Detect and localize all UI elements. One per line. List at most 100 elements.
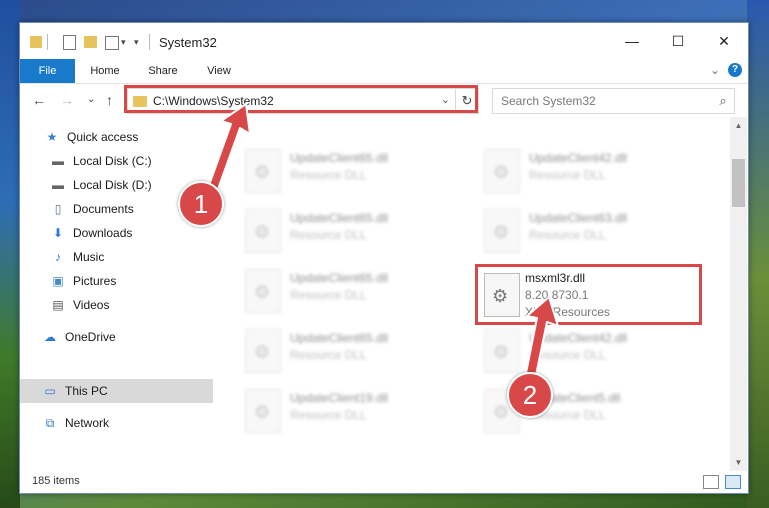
vertical-scrollbar[interactable]: ▲ ▼ <box>730 117 747 471</box>
sidebar-item-quick-access[interactable]: ★ Quick access <box>20 125 237 149</box>
sidebar-item-onedrive[interactable]: ☁ OneDrive <box>20 325 235 349</box>
sidebar-item-this-pc[interactable]: ▭ This PC <box>20 379 213 403</box>
desktop-background-left <box>0 0 20 508</box>
title-divider <box>149 34 150 50</box>
video-icon: ▤ <box>52 298 64 312</box>
new-folder-icon[interactable] <box>84 36 97 48</box>
dll-file-icon <box>245 269 281 313</box>
file-name: UpdateClient65.dll <box>290 271 389 285</box>
file-item[interactable]: UpdateClient63.dll Resource DLL <box>476 207 696 257</box>
up-icon[interactable]: ↑ <box>106 92 113 108</box>
computer-icon: ▭ <box>44 384 56 398</box>
sidebar-item-network[interactable]: ⧉ Network <box>20 411 235 435</box>
search-icon[interactable]: ⌕ <box>712 93 734 109</box>
details-view-icon[interactable] <box>703 475 719 489</box>
pictures-icon: ▣ <box>52 274 64 288</box>
sidebar-item-pictures[interactable]: ▣ Pictures ✦ <box>20 269 243 293</box>
scroll-down-icon[interactable]: ▼ <box>730 454 747 471</box>
scrollbar-thumb[interactable] <box>732 159 745 207</box>
sidebar-item-label: Documents <box>73 202 134 216</box>
file-name: UpdateClient63.dll <box>529 211 628 225</box>
file-item[interactable]: UpdateClient19.dll Resource DLL <box>237 387 457 437</box>
file-item[interactable]: UpdateClient65.dll Resource DLL <box>237 207 457 257</box>
dll-file-icon <box>484 209 520 253</box>
sidebar-item-label: This PC <box>65 384 108 398</box>
tab-share[interactable]: Share <box>136 59 190 83</box>
cloud-icon: ☁ <box>44 330 56 344</box>
qa-dropdown-icon[interactable]: ▾ <box>121 37 126 53</box>
properties-icon[interactable] <box>63 35 76 50</box>
address-highlight-box <box>124 85 478 113</box>
network-icon: ⧉ <box>45 415 55 430</box>
sidebar-item-label: Quick access <box>67 130 139 144</box>
desktop-background-right <box>747 0 769 508</box>
window-title: System32 <box>159 35 217 50</box>
drive-icon: ▬ <box>52 154 64 168</box>
forward-icon[interactable]: → <box>60 92 74 108</box>
sidebar-item-local-disk-c[interactable]: ▬ Local Disk (C:) ✦ <box>20 149 243 173</box>
file-type: Resource DLL <box>529 348 606 362</box>
file-item[interactable]: UpdateClient65.dll Resource DLL <box>237 147 457 197</box>
title-bar: ▾ ▾ System32 — ☐ ✕ <box>20 23 748 59</box>
minimize-button[interactable]: — <box>609 23 655 59</box>
scroll-up-icon[interactable]: ▲ <box>730 117 747 134</box>
sidebar-item-label: Videos <box>73 298 110 312</box>
toolbar-divider <box>47 34 48 50</box>
qa-customize-icon[interactable]: ▾ <box>134 37 139 53</box>
file-type: Resource DLL <box>290 408 367 422</box>
file-type: Resource DLL <box>529 168 606 182</box>
dll-file-icon <box>245 329 281 373</box>
sidebar-item-music[interactable]: ♪ Music ✦ <box>20 245 243 269</box>
file-name: UpdateClient65.dll <box>290 151 389 165</box>
sidebar-item-label: Local Disk (C:) <box>73 154 152 168</box>
navigation-pane: ★ Quick access ▬ Local Disk (C:) ✦ ▬ Loc… <box>20 117 239 471</box>
customize-icon[interactable] <box>105 36 119 50</box>
step-marker-2: 2 <box>507 372 553 418</box>
file-item[interactable]: UpdateClient65.dll Resource DLL <box>237 327 457 377</box>
tab-home[interactable]: Home <box>78 59 132 83</box>
drive-icon: ▬ <box>52 178 64 192</box>
file-name: UpdateClient42.dll <box>529 151 628 165</box>
sidebar-item-label: Music <box>73 250 105 264</box>
file-list: UpdateClient65.dll Resource DLL UpdateCl… <box>213 117 730 471</box>
item-count: 185 items <box>32 475 80 487</box>
music-icon: ♪ <box>55 250 61 264</box>
sidebar-item-label: Network <box>65 416 110 430</box>
ribbon-expand-icon[interactable]: ⌄ <box>710 63 720 77</box>
sidebar-item-label: OneDrive <box>65 330 116 344</box>
file-type: Resource DLL <box>290 228 367 242</box>
file-type: Resource DLL <box>529 228 606 242</box>
step-marker-1: 1 <box>178 181 224 227</box>
search-box[interactable]: Search System32 ⌕ <box>492 88 735 114</box>
dll-file-icon <box>245 209 281 253</box>
file-explorer-window: ▾ ▾ System32 — ☐ ✕ File Home Share View … <box>19 22 749 494</box>
file-item[interactable]: UpdateClient42.dll Resource DLL <box>476 327 696 377</box>
file-type: Resource DLL <box>290 348 367 362</box>
file-name: UpdateClient65.dll <box>290 211 389 225</box>
document-icon: ▯ <box>54 202 62 216</box>
maximize-button[interactable]: ☐ <box>655 23 701 59</box>
tab-view[interactable]: View <box>192 59 246 83</box>
file-name: UpdateClient42.dll <box>529 331 628 345</box>
help-icon[interactable]: ? <box>728 63 742 77</box>
file-type: Resource DLL <box>290 168 367 182</box>
tab-file[interactable]: File <box>20 59 75 83</box>
file-item[interactable]: UpdateClient42.dll Resource DLL <box>476 147 696 197</box>
dll-file-icon <box>484 149 520 193</box>
close-button[interactable]: ✕ <box>701 23 747 59</box>
dll-file-icon <box>484 329 520 373</box>
status-bar: 185 items <box>20 471 748 493</box>
sidebar-item-label: Downloads <box>73 226 133 240</box>
file-highlight-box <box>475 264 702 325</box>
star-icon: ★ <box>46 130 58 144</box>
folder-icon <box>30 36 42 48</box>
file-type: Resource DLL <box>290 288 367 302</box>
back-icon[interactable]: ← <box>32 92 46 108</box>
large-icons-view-icon[interactable] <box>725 475 741 489</box>
search-input[interactable]: Search System32 <box>501 94 712 108</box>
file-item[interactable]: UpdateClient65.dll Resource DLL <box>237 267 457 317</box>
sidebar-item-videos[interactable]: ▤ Videos ✦ <box>20 293 243 317</box>
recent-locations-icon[interactable]: ⌄ <box>87 94 95 105</box>
navigation-bar: ← → ⌄ ↑ C:\Windows\System32 ⌄ ↻ Search S… <box>20 83 748 118</box>
ribbon: File Home Share View ⌄ ? <box>20 59 748 83</box>
